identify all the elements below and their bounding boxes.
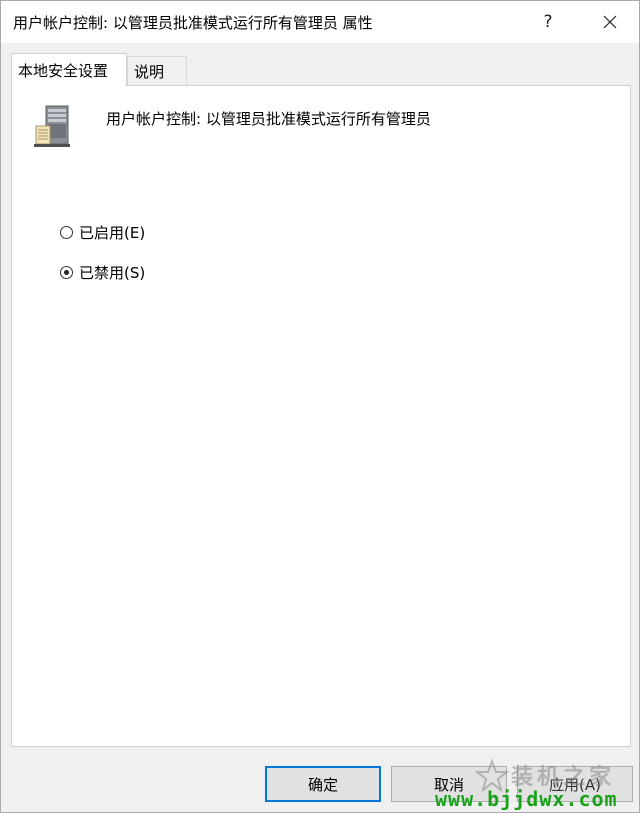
title-bar[interactable]: 用户帐户控制: 以管理员批准模式运行所有管理员 属性 ? [1, 1, 639, 43]
help-icon: ? [543, 12, 553, 32]
tab-strip: 本地安全设置 说明 [11, 53, 631, 86]
policy-name: 用户帐户控制: 以管理员批准模式运行所有管理员 [106, 110, 431, 128]
help-button[interactable]: ? [525, 1, 571, 43]
close-button[interactable] [587, 1, 633, 43]
apply-button[interactable]: 应用(A) [517, 766, 633, 802]
radio-enabled[interactable]: 已启用(E) [60, 222, 145, 243]
tab-panel: 用户帐户控制: 以管理员批准模式运行所有管理员 已启用(E) 已禁用(S) [11, 85, 631, 747]
radio-button-disabled[interactable] [60, 266, 73, 279]
server-icon [34, 105, 70, 147]
cancel-button-label: 取消 [433, 775, 464, 794]
apply-button-label: 应用(A) [549, 775, 601, 794]
radio-button-enabled[interactable] [60, 226, 73, 239]
close-icon [603, 15, 617, 29]
radio-disabled[interactable]: 已禁用(S) [60, 262, 145, 283]
radio-label-enabled: 已启用(E) [79, 224, 146, 242]
tab-local-security-setting[interactable]: 本地安全设置 [11, 53, 127, 86]
ok-button[interactable]: 确定 [265, 766, 381, 802]
cancel-button[interactable]: 取消 [391, 766, 507, 802]
window-title: 用户帐户控制: 以管理员批准模式运行所有管理员 属性 [13, 14, 373, 32]
tab-label: 本地安全设置 [18, 62, 109, 80]
radio-label-disabled: 已禁用(S) [79, 264, 146, 282]
ok-button-label: 确定 [307, 775, 338, 794]
tab-explain[interactable]: 说明 [127, 56, 187, 85]
properties-dialog: 用户帐户控制: 以管理员批准模式运行所有管理员 属性 ? 本地安全设置 说明 用… [0, 0, 640, 813]
tab-label: 说明 [134, 63, 165, 81]
